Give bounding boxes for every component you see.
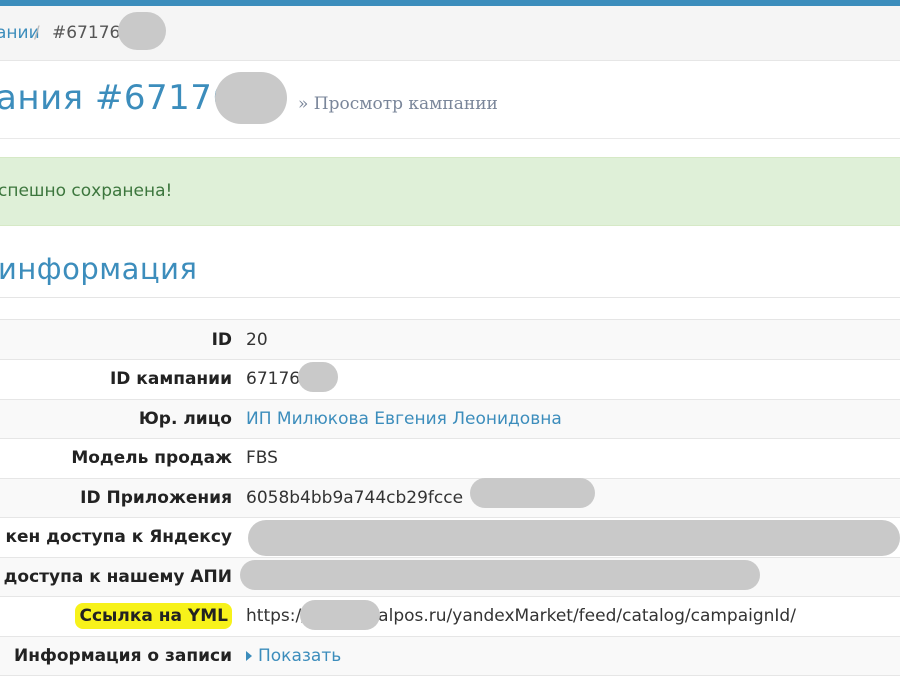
table-row: ID 20	[0, 320, 900, 360]
record-info-toggle-cell: Показать	[240, 636, 900, 676]
row-label-text: Юр. лицо	[138, 408, 232, 429]
row-label-text: доступа к нашему АПИ	[3, 566, 232, 587]
row-label-text: ID	[211, 329, 232, 350]
row-label-text: Модель продаж	[71, 448, 232, 469]
table-row: ID кампании 67176	[0, 360, 900, 400]
page-title: ания #67176	[0, 78, 235, 118]
table-row: Модель продаж FBS	[0, 439, 900, 479]
redaction-mark	[215, 72, 287, 124]
row-label: Ссылка на YML	[0, 597, 240, 637]
row-label: кен доступа к Яндексу	[0, 518, 240, 558]
row-label: ID Приложения	[0, 478, 240, 518]
row-label: Модель продаж	[0, 439, 240, 479]
table-row: Ссылка на YML https:// myvirtualpos.ru/y…	[0, 597, 900, 637]
row-value: FBS	[246, 448, 278, 469]
show-record-info-link[interactable]: Показать	[246, 646, 341, 666]
table-row: Информация о записи Показать	[0, 636, 900, 676]
legal-entity-link[interactable]: ИП Милюкова Евгения Леонидовна	[240, 399, 900, 439]
redaction-mark	[470, 478, 595, 508]
show-label: Показать	[258, 645, 342, 666]
detail-table: ID 20 ID кампании 67176 Юр. лицо ИП Милю…	[0, 320, 900, 676]
breadcrumb-current: #67176	[52, 23, 121, 43]
row-label-text: Информация о записи	[14, 645, 232, 666]
table-row: ID Приложения 6058b4bb9a744cb29fcce	[0, 478, 900, 518]
redaction-mark	[248, 520, 900, 556]
section-title: информация	[0, 252, 198, 286]
caret-right-icon	[246, 650, 252, 661]
row-value: 20	[246, 329, 268, 350]
alert-message: спешно сохранена!	[0, 181, 173, 201]
redaction-mark	[118, 12, 166, 50]
yml-link-label-highlighted: Ссылка на YML	[75, 603, 232, 630]
row-label-text: кен доступа к Яндексу	[5, 527, 232, 548]
page-header: ания #67176 » Просмотр кампании	[0, 60, 900, 139]
page-subtitle: » Просмотр кампании	[298, 94, 498, 114]
row-label: ID	[0, 320, 240, 360]
row-label: доступа к нашему АПИ	[0, 557, 240, 597]
row-label-text: ID Приложения	[80, 487, 232, 508]
row-value: 67176	[246, 369, 301, 390]
redaction-mark	[300, 600, 380, 630]
divider	[0, 297, 900, 298]
row-label-text: ID кампании	[109, 369, 232, 390]
row-label: Юр. лицо	[0, 399, 240, 439]
row-label: ID кампании	[0, 360, 240, 400]
breadcrumb-separator: /	[34, 23, 40, 43]
redaction-mark	[240, 560, 760, 590]
redaction-mark	[298, 362, 338, 392]
success-alert: спешно сохранена!	[0, 157, 900, 226]
row-label: Информация о записи	[0, 636, 240, 676]
table-row: Юр. лицо ИП Милюкова Евгения Леонидовна	[0, 399, 900, 439]
